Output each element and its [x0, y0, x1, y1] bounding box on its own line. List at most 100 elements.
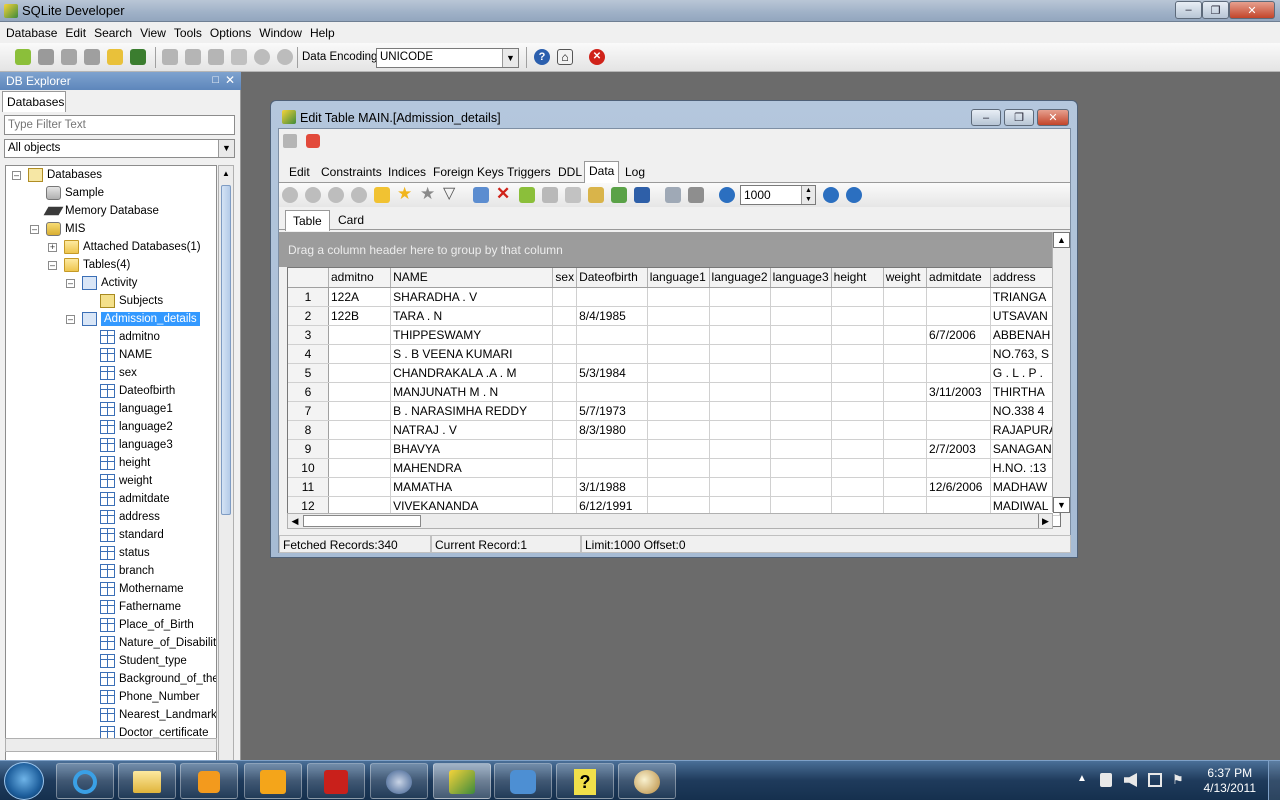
grid-cell[interactable]: 8/4/1985: [576, 306, 648, 326]
grid-cell[interactable]: [770, 363, 832, 383]
grid-cell[interactable]: MAHENDRA: [390, 458, 554, 478]
table-row[interactable]: 5 CHANDRAKALA .A . M 5/3/1984 G . L . P .: [288, 363, 1060, 383]
table-row[interactable]: 7 B . NARASIMHA REDDY 5/7/1973 NO.338 4: [288, 401, 1060, 421]
grid-cell[interactable]: [328, 420, 392, 440]
tree-horizontal-scrollbar[interactable]: [5, 738, 217, 752]
grid-cell[interactable]: [831, 382, 884, 402]
grid-cell[interactable]: 6/7/2006: [926, 325, 991, 345]
tab-edit[interactable]: Edit: [285, 163, 314, 181]
copy-icon[interactable]: [185, 49, 201, 65]
grid-cell[interactable]: [831, 401, 884, 421]
tab-indices[interactable]: Indices: [384, 163, 430, 181]
grid-cell[interactable]: MADHAW: [990, 477, 1060, 497]
grid-cell[interactable]: [883, 344, 928, 364]
grid-cell[interactable]: [552, 363, 578, 383]
column-header[interactable]: Dateofbirth: [576, 268, 648, 288]
grid-cell[interactable]: [883, 458, 928, 478]
filter-input[interactable]: [4, 115, 235, 135]
scroll-thumb[interactable]: [221, 185, 231, 515]
grid-cell[interactable]: [647, 325, 710, 345]
grid-cell[interactable]: 12/6/2006: [926, 477, 991, 497]
close-database-icon[interactable]: [61, 49, 77, 65]
grid-cell[interactable]: [328, 363, 392, 383]
tree-node-field[interactable]: branch: [100, 562, 154, 580]
grid-cell[interactable]: [770, 458, 832, 478]
export-icon[interactable]: [611, 187, 627, 203]
scroll-up-arrow[interactable]: ▲: [1053, 232, 1070, 248]
grid-cell[interactable]: 5/3/1984: [576, 363, 648, 383]
table-row[interactable]: 6 MANJUNATH M . N 3/11/2003 THIRTHA: [288, 382, 1060, 402]
print-preview-icon[interactable]: [665, 187, 681, 203]
tree-node-field[interactable]: Nearest_Landmark: [100, 706, 216, 724]
undo-icon[interactable]: [254, 49, 270, 65]
save-icon[interactable]: [634, 187, 650, 203]
grid-cell[interactable]: MAMATHA: [390, 477, 554, 497]
menu-view[interactable]: View: [140, 26, 166, 40]
grid-cell[interactable]: [647, 306, 710, 326]
print-icon[interactable]: [688, 187, 704, 203]
grid-cell[interactable]: [328, 401, 392, 421]
scroll-up-arrow[interactable]: ▲: [219, 166, 233, 181]
tree-node-tables[interactable]: Tables(4): [64, 256, 130, 274]
grid-cell[interactable]: CHANDRAKALA .A . M: [390, 363, 554, 383]
tree-node-field[interactable]: Fathername: [100, 598, 181, 616]
bookmarks-icon[interactable]: ★: [420, 185, 436, 202]
collapse-icon[interactable]: –: [66, 315, 75, 324]
taskbar-pdf-reader[interactable]: [307, 763, 365, 799]
grid-cell[interactable]: [328, 382, 392, 402]
tree-node-field[interactable]: Background_of_the_: [100, 670, 216, 688]
start-button[interactable]: [4, 762, 44, 800]
grid-cell[interactable]: THIRTHA: [990, 382, 1060, 402]
taskbar-paint[interactable]: [618, 763, 676, 799]
grid-cell[interactable]: [709, 382, 771, 402]
scroll-down-arrow[interactable]: ▼: [1053, 497, 1070, 513]
expand-icon[interactable]: +: [48, 243, 57, 252]
tree-node-field[interactable]: language3: [100, 436, 173, 454]
delete-icon[interactable]: [231, 49, 247, 65]
tab-log[interactable]: Log: [621, 163, 649, 181]
tree-node-field[interactable]: address: [100, 508, 160, 526]
grid-cell[interactable]: RAJAPURA: [990, 420, 1060, 440]
grid-cell[interactable]: [552, 439, 578, 459]
grid-cell[interactable]: [328, 477, 392, 497]
grid-cell[interactable]: ABBENAH: [990, 325, 1060, 345]
grid-cell[interactable]: 3/1/1988: [576, 477, 648, 497]
pin-icon[interactable]: □: [212, 74, 219, 86]
copy-record-icon[interactable]: [473, 187, 489, 203]
grid-cell[interactable]: [926, 363, 991, 383]
grid-cell[interactable]: [328, 458, 392, 478]
column-header[interactable]: weight: [883, 268, 928, 288]
tree-node-field[interactable]: admitdate: [100, 490, 170, 508]
scroll-thumb[interactable]: [303, 515, 421, 527]
grid-cell[interactable]: [770, 439, 832, 459]
column-header[interactable]: address: [990, 268, 1060, 288]
tree-node-field[interactable]: admitno: [100, 328, 160, 346]
tree-node-activity[interactable]: Activity: [82, 274, 137, 292]
open-database-icon[interactable]: [38, 49, 54, 65]
taskbar-network-app[interactable]: [370, 763, 428, 799]
grid-cell[interactable]: [883, 306, 928, 326]
collapse-icon[interactable]: –: [48, 261, 57, 270]
action-center-icon[interactable]: ⚑: [1172, 772, 1184, 788]
grid-cell[interactable]: [552, 344, 578, 364]
grid-cell[interactable]: [926, 458, 991, 478]
new-database-icon[interactable]: [15, 49, 31, 65]
database-settings-icon[interactable]: [107, 49, 123, 65]
fetch-next-icon[interactable]: [823, 187, 839, 203]
tab-foreign-keys[interactable]: Foreign Keys: [429, 163, 508, 181]
grid-cell[interactable]: NO.763, S: [990, 344, 1060, 364]
grid-cell[interactable]: [647, 287, 710, 307]
grid-cell[interactable]: [552, 325, 578, 345]
tree-node-field[interactable]: weight: [100, 472, 152, 490]
grid-cell[interactable]: [576, 439, 648, 459]
collapse-icon[interactable]: –: [30, 225, 39, 234]
edit-minimize-button[interactable]: –: [971, 109, 1001, 126]
grid-cell[interactable]: 5/7/1973: [576, 401, 648, 421]
grid-cell[interactable]: [926, 306, 991, 326]
grid-cell[interactable]: [883, 287, 928, 307]
grid-cell[interactable]: [709, 363, 771, 383]
first-record-icon[interactable]: [282, 187, 298, 203]
grid-cell[interactable]: [647, 420, 710, 440]
grid-cell[interactable]: [552, 401, 578, 421]
tab-triggers[interactable]: Triggers: [503, 163, 555, 181]
